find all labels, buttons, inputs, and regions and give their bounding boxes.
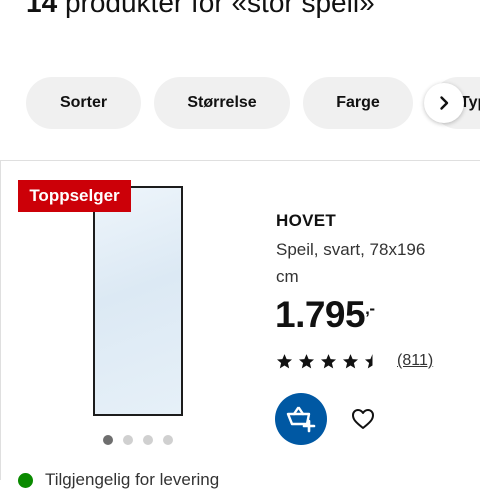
- product-name[interactable]: HOVET: [276, 211, 336, 231]
- star-icon: [364, 354, 381, 369]
- result-count: 14: [26, 0, 58, 18]
- star-icon: [342, 354, 359, 369]
- product-price: 1.795,-: [275, 294, 375, 336]
- section-divider: [0, 160, 480, 161]
- topseller-badge: Toppselger: [18, 180, 131, 212]
- availability-dot-icon: [18, 472, 33, 488]
- product-description: Speil, svart, 78x196 cm: [276, 240, 426, 286]
- chevron-right-icon: [440, 96, 449, 110]
- product-image[interactable]: [93, 186, 183, 416]
- size-filter-button[interactable]: Størrelse: [154, 77, 290, 129]
- carousel-dot[interactable]: [143, 435, 153, 445]
- filter-bar: Sorter Størrelse Farge Typ: [0, 77, 480, 131]
- sort-button[interactable]: Sorter: [26, 77, 141, 129]
- star-icon: [320, 354, 337, 369]
- stock-text: Tilgjengelig for levering: [45, 470, 220, 489]
- rating-stars: [276, 353, 381, 370]
- carousel-dot[interactable]: [103, 435, 113, 445]
- image-carousel-dots: [103, 435, 173, 445]
- scroll-filters-button[interactable]: [424, 83, 464, 123]
- carousel-dot[interactable]: [123, 435, 133, 445]
- search-results-heading: 14 produkter for «stor speil»: [26, 0, 375, 20]
- favourite-button[interactable]: [350, 406, 376, 432]
- price-amount: 1.795: [275, 294, 366, 335]
- review-count-link[interactable]: (811): [397, 352, 433, 370]
- star-icon: [298, 354, 315, 369]
- card-border: [0, 160, 1, 480]
- star-icon: [276, 354, 293, 369]
- add-to-cart-icon: [286, 406, 316, 433]
- color-filter-button[interactable]: Farge: [303, 77, 413, 129]
- stock-status: Tilgjengelig for levering: [18, 470, 219, 490]
- add-to-cart-button[interactable]: [275, 393, 327, 445]
- price-suffix: ,-: [365, 299, 375, 318]
- carousel-dot[interactable]: [163, 435, 173, 445]
- result-text: produkter for «stor speil»: [64, 0, 375, 18]
- heart-icon: [352, 409, 374, 429]
